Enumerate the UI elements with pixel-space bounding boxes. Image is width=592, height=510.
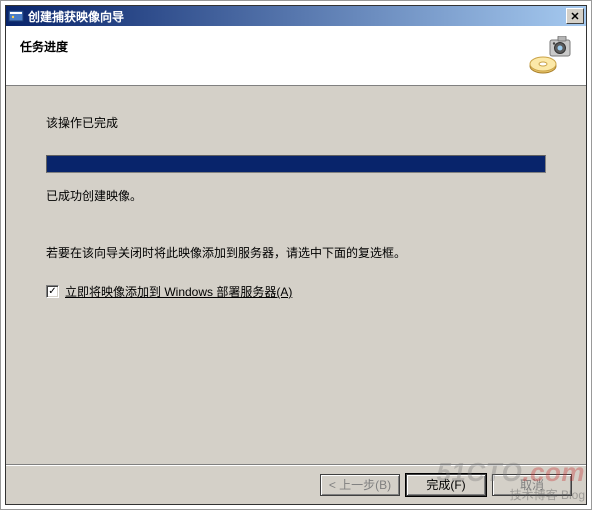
add-to-server-checkbox-row: ✓ 立即将映像添加到 Windows 部署服务器(A)	[46, 283, 546, 300]
button-panel: < 上一步(B) 完成(F) 取消	[6, 464, 586, 504]
progress-fill	[47, 156, 545, 172]
wizard-window: 创建捕获映像向导 ✕ 任务进度 该操作已完成	[5, 5, 587, 505]
success-message: 已成功创建映像。	[46, 187, 546, 204]
checkbox-label[interactable]: 立即将映像添加到 Windows 部署服务器(A)	[65, 283, 292, 300]
add-to-server-checkbox[interactable]: ✓	[46, 285, 59, 298]
back-button: < 上一步(B)	[320, 474, 400, 496]
checkbox-hint: 若要在该向导关闭时将此映像添加到服务器，请选中下面的复选框。	[46, 244, 546, 261]
titlebar: 创建捕获映像向导 ✕	[6, 6, 586, 26]
finish-button[interactable]: 完成(F)	[406, 474, 486, 496]
camera-cd-icon	[528, 36, 572, 76]
header-panel: 任务进度	[6, 26, 586, 86]
progress-bar	[46, 155, 546, 173]
content-panel: 该操作已完成 已成功创建映像。 若要在该向导关闭时将此映像添加到服务器，请选中下…	[6, 86, 586, 464]
cancel-button: 取消	[492, 474, 572, 496]
operation-status: 该操作已完成	[46, 114, 546, 131]
app-icon	[8, 8, 24, 24]
page-title: 任务进度	[20, 38, 68, 55]
window-title: 创建捕获映像向导	[28, 8, 566, 25]
close-button[interactable]: ✕	[566, 8, 584, 24]
